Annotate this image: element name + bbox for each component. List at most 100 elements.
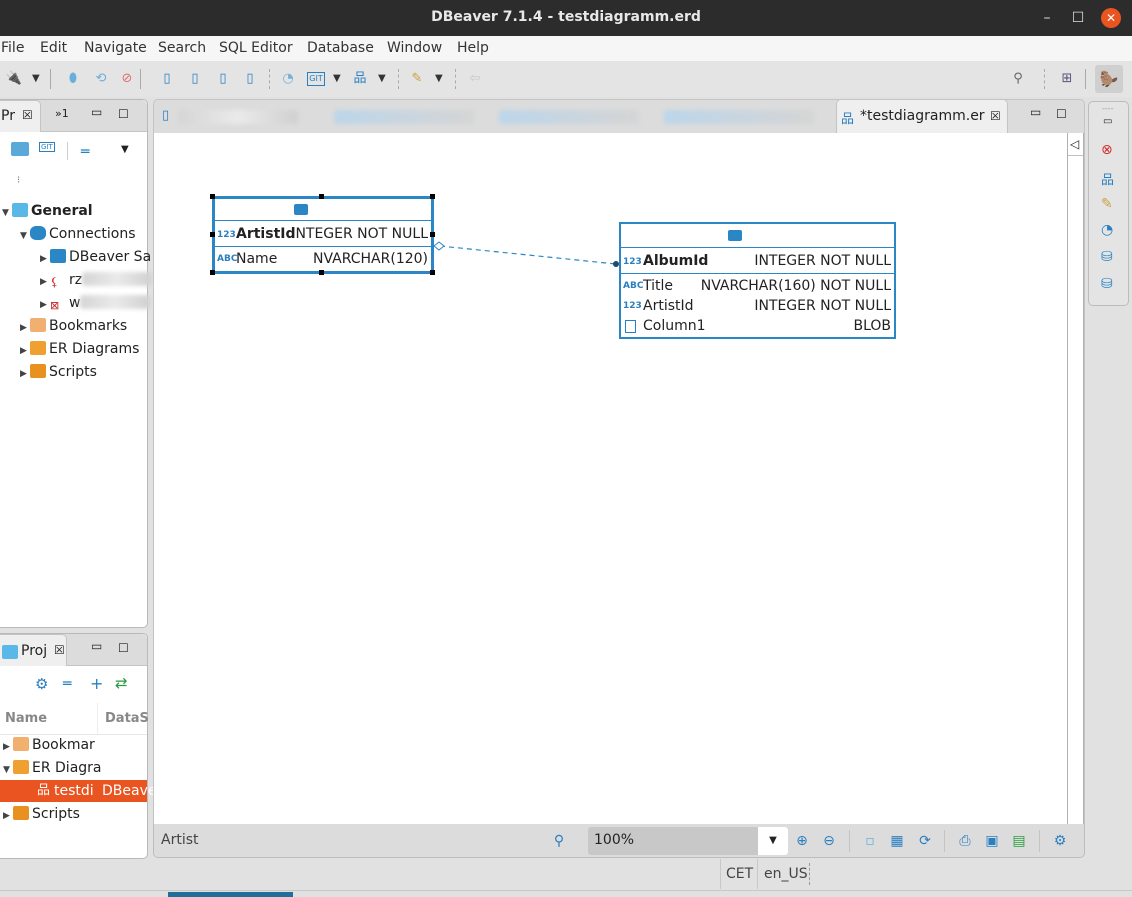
tab-blurred[interactable] <box>334 110 474 124</box>
print-icon[interactable]: ⎙ <box>956 833 974 849</box>
chevron-right-icon[interactable]: ▶ <box>3 805 13 827</box>
chevron-down-icon[interactable]: ▼ <box>333 70 341 88</box>
project-row-selected[interactable]: 品 testdi DBeave <box>0 780 156 802</box>
restore-icon[interactable]: ▭ <box>1103 116 1112 127</box>
disconnect-all-icon[interactable]: ⊘ <box>118 70 136 88</box>
diagram-canvas[interactable]: ◁ 123 ArtistId INTEGER NOT NULL ABC Name… <box>153 133 1085 824</box>
resize-handle[interactable] <box>430 270 435 275</box>
tab-blurred[interactable] <box>178 110 298 124</box>
menu-sql-editor[interactable]: SQL Editor <box>219 40 293 56</box>
menu-database[interactable]: Database <box>307 40 374 56</box>
export-image-icon[interactable]: ▣ <box>983 833 1001 849</box>
close-icon[interactable]: ☒ <box>54 643 65 657</box>
close-icon[interactable]: ☒ <box>990 109 1001 123</box>
tab-projects[interactable]: Proj ☒ <box>0 634 67 666</box>
tree-node-general[interactable]: ▼ General <box>2 200 93 222</box>
refresh-icon[interactable]: ⟳ <box>916 833 934 849</box>
column-header-name[interactable]: Name <box>5 711 47 726</box>
erd-pk-row[interactable]: 123 AlbumId INTEGER NOT NULL <box>621 248 894 274</box>
chevron-right-icon[interactable]: ▶ <box>40 294 50 316</box>
chevron-right-icon[interactable]: ▶ <box>20 317 30 339</box>
column-header-datasource[interactable]: DataS <box>105 711 149 726</box>
maximize-icon[interactable]: ☐ <box>1056 107 1067 121</box>
gear-icon[interactable]: ⚙ <box>1051 833 1069 849</box>
dashboard-icon[interactable]: ◔ <box>279 70 297 88</box>
expand-icon[interactable]: + <box>90 674 103 693</box>
tree-node-connection[interactable]: ▶ ⊠ w <box>40 292 151 316</box>
resize-handle[interactable] <box>319 194 324 199</box>
erd-column-row[interactable]: ABC Name NVARCHAR(120) <box>215 247 431 271</box>
schema-compare-icon[interactable]: 品 <box>351 70 369 88</box>
back-icon[interactable]: ⇦ <box>466 70 484 88</box>
brush-icon[interactable]: ✎ <box>1101 196 1113 212</box>
chevron-right-icon[interactable]: ▶ <box>40 271 50 293</box>
tab-blurred[interactable] <box>664 110 814 124</box>
erd-column-row[interactable]: 123 ArtistId INTEGER NOT NULL <box>621 296 894 316</box>
project-row[interactable]: ▼ ER Diagra <box>3 757 147 779</box>
menu-search[interactable]: Search <box>158 40 206 56</box>
tree-node-connection[interactable]: ▶ ⚸ rz <box>40 269 153 293</box>
chevron-down-icon[interactable]: ▼ <box>3 759 13 781</box>
chevron-down-icon[interactable]: ▼ <box>2 202 12 224</box>
view-menu-icon[interactable]: ▼ <box>121 144 129 155</box>
menu-edit[interactable]: Edit <box>40 40 67 56</box>
link-editor-icon[interactable]: ⇄ <box>115 674 128 692</box>
tab-blurred[interactable] <box>499 110 639 124</box>
collapse-all-icon[interactable]: ═ <box>81 144 89 160</box>
project-row[interactable]: ▶ Scripts <box>3 803 147 825</box>
chevron-down-icon[interactable]: ▼ <box>32 70 40 88</box>
menu-navigate[interactable]: Navigate <box>84 40 147 56</box>
sql-editor-icon[interactable]: ▯ <box>158 70 176 88</box>
resize-handle[interactable] <box>210 270 215 275</box>
tree-node-er-diagrams[interactable]: ▶ ER Diagrams <box>20 338 139 360</box>
tab-project[interactable]: Pr ☒ <box>0 100 41 132</box>
dashboard-icon[interactable]: ◔ <box>1101 222 1113 238</box>
minimize-icon[interactable]: ▭ <box>91 639 102 653</box>
tree-node-connections[interactable]: ▼ Connections <box>20 223 136 245</box>
schema-icon[interactable]: 品 <box>1101 169 1114 188</box>
erd-table-album[interactable]: 123 AlbumId INTEGER NOT NULL ABC Title N… <box>619 222 896 339</box>
palette-toggle-icon[interactable]: ◁ <box>1070 137 1079 151</box>
resize-handle[interactable] <box>430 232 435 237</box>
maximize-icon[interactable]: ☐ <box>1068 8 1088 28</box>
maximize-icon[interactable]: ☐ <box>118 641 129 655</box>
erd-column-row[interactable]: ABC Title NVARCHAR(160) NOT NULL <box>621 276 894 296</box>
tab-testdiagramm[interactable]: 品 *testdiagramm.er ☒ <box>836 99 1008 134</box>
chevron-right-icon[interactable]: ▶ <box>20 340 30 362</box>
search-sql-icon[interactable]: ▯ <box>241 70 259 88</box>
chevron-right-icon[interactable]: ▶ <box>40 248 50 270</box>
search-icon[interactable]: ⚲ <box>1009 70 1027 88</box>
new-sql-script-icon[interactable]: ▯ <box>214 70 232 88</box>
git-icon[interactable]: GIT <box>307 72 325 86</box>
zoom-combo[interactable]: 100% ▼ <box>588 827 788 855</box>
disconnect-icon[interactable]: ⬮ <box>64 70 82 88</box>
chevron-right-icon[interactable]: ▶ <box>20 363 30 385</box>
chevron-down-icon[interactable]: ▼ <box>435 70 443 88</box>
tree-node-connection[interactable]: ▶ DBeaver Sa <box>40 246 151 268</box>
resize-handle[interactable] <box>319 270 324 275</box>
grid-icon[interactable]: ▦ <box>888 833 906 849</box>
database-navigator-icon[interactable]: ⛁ <box>1101 249 1113 265</box>
gear-icon[interactable]: ⚙ <box>35 675 48 693</box>
resize-handle[interactable] <box>210 194 215 199</box>
minimize-icon[interactable]: – <box>1037 8 1057 28</box>
search-icon[interactable]: ⚲ <box>550 833 568 849</box>
link-icon[interactable]: ⁝ <box>17 175 20 186</box>
close-icon[interactable]: ☒ <box>22 108 33 122</box>
maximize-icon[interactable]: ☐ <box>118 107 129 121</box>
relation-line[interactable] <box>439 245 617 265</box>
erd-table-artist[interactable]: 123 ArtistId INTEGER NOT NULL ABC Name N… <box>212 196 434 274</box>
close-icon[interactable]: ✕ <box>1101 8 1121 28</box>
resize-handle[interactable] <box>210 232 215 237</box>
zoom-out-icon[interactable]: ⊖ <box>820 833 838 849</box>
collapse-icon[interactable]: ═ <box>63 676 71 692</box>
dbeaver-logo-icon[interactable]: 🦫 <box>1095 65 1123 93</box>
chevron-right-icon[interactable]: ▶ <box>3 736 13 758</box>
layout-icon[interactable]: ▫ <box>861 833 879 849</box>
erd-column-row[interactable]: Column1 BLOB <box>621 316 894 336</box>
perspective-icon[interactable]: ⊞ <box>1058 70 1076 88</box>
project-row[interactable]: ▶ Bookmar <box>3 734 147 756</box>
resize-handle[interactable] <box>430 194 435 199</box>
menu-help[interactable]: Help <box>457 40 489 56</box>
reconnect-icon[interactable]: ⟲ <box>92 70 110 88</box>
